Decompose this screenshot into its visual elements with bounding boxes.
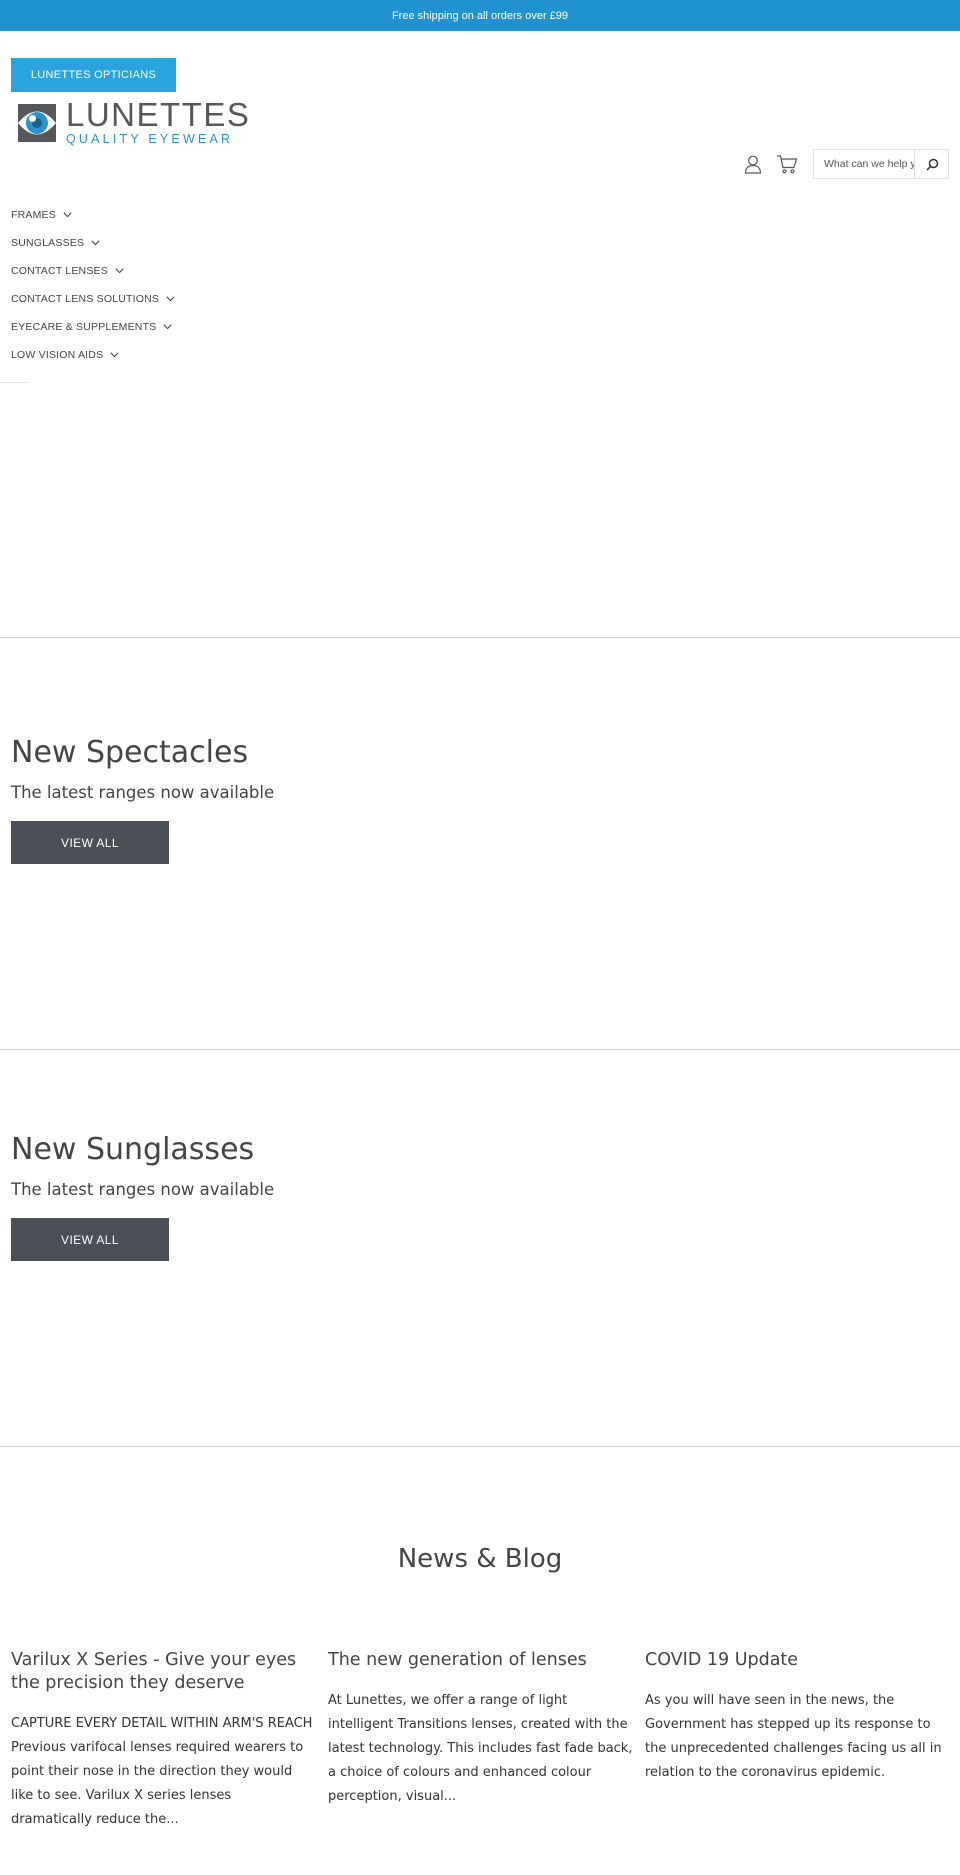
- nav-item-label: CONTACT LENS SOLUTIONS: [11, 293, 160, 305]
- nav-item-label: SUNGLASSES: [11, 237, 85, 249]
- chevron-down-icon: [166, 296, 175, 302]
- blog-post: COVID 19 Update As you will have seen in…: [645, 1649, 950, 1785]
- view-all-sunglasses-button[interactable]: VIEW ALL: [11, 1218, 169, 1261]
- logo-name: LUNETTES: [66, 96, 251, 133]
- nav-item-sunglasses[interactable]: SUNGLASSES: [11, 229, 175, 257]
- eye-logo-icon: [18, 104, 56, 142]
- nav-item-label: EYECARE & SUPPLEMENTS: [11, 321, 157, 333]
- lunettes-opticians-button[interactable]: LUNETTES OPTICIANS: [11, 58, 176, 92]
- blog-heading: News & Blog: [397, 1544, 563, 1574]
- section-divider: [0, 637, 960, 638]
- promo-subtitle: The latest ranges now available: [11, 1180, 275, 1199]
- promo-title: New Sunglasses: [11, 1132, 255, 1167]
- site-logo[interactable]: LUNETTES QUALITY EYEWEAR: [18, 98, 249, 146]
- chevron-down-icon: [91, 240, 100, 246]
- search-icon: [925, 158, 938, 171]
- announcement-bar: Free shipping on all orders over £99: [0, 0, 960, 31]
- chevron-down-icon: [163, 324, 173, 330]
- blog-post-excerpt: CAPTURE EVERY DETAIL WITHIN ARM'S REACH …: [11, 1716, 313, 1827]
- promo-subtitle: The latest ranges now available: [11, 783, 275, 802]
- main-navigation: FRAMES SUNGLASSES CONTACT LENSES CONTACT…: [11, 201, 175, 369]
- blog-post-title[interactable]: Varilux X Series - Give your eyes the pr…: [11, 1649, 316, 1695]
- nav-item-eyecare-supplements[interactable]: EYECARE & SUPPLEMENTS: [11, 313, 175, 341]
- cart-icon[interactable]: [776, 154, 798, 174]
- chevron-down-icon: [63, 212, 72, 218]
- blog-post-title[interactable]: COVID 19 Update: [645, 1649, 950, 1672]
- blog-post-excerpt: As you will have seen in the news, the G…: [645, 1693, 942, 1780]
- blog-post: Varilux X Series - Give your eyes the pr…: [11, 1649, 316, 1832]
- blog-post-title[interactable]: The new generation of lenses: [328, 1649, 633, 1672]
- chevron-down-icon: [110, 352, 119, 358]
- nav-item-low-vision-aids[interactable]: LOW VISION AIDS: [11, 341, 175, 369]
- nav-item-label: CONTACT LENSES: [11, 265, 108, 277]
- logo-tagline: QUALITY EYEWEAR: [66, 132, 234, 146]
- nav-item-label: FRAMES: [11, 209, 56, 221]
- search-input[interactable]: [814, 150, 914, 178]
- nav-divider: [0, 382, 28, 383]
- view-all-spectacles-button[interactable]: VIEW ALL: [11, 821, 169, 864]
- search-box: [813, 149, 949, 179]
- chevron-down-icon: [115, 268, 124, 274]
- user-icon[interactable]: [743, 154, 763, 174]
- blog-post-excerpt: At Lunettes, we offer a range of light i…: [328, 1693, 633, 1804]
- nav-item-frames[interactable]: FRAMES: [11, 201, 175, 229]
- section-divider: [0, 1049, 960, 1050]
- section-divider: [0, 1446, 960, 1447]
- announcement-text: Free shipping on all orders over £99: [391, 9, 569, 22]
- nav-item-contact-lens-solutions[interactable]: CONTACT LENS SOLUTIONS: [11, 285, 175, 313]
- nav-item-contact-lenses[interactable]: CONTACT LENSES: [11, 257, 175, 285]
- logo-wordmark: LUNETTES QUALITY EYEWEAR: [66, 96, 251, 146]
- blog-post: The new generation of lenses At Lunettes…: [328, 1649, 633, 1809]
- opticians-button-label: LUNETTES OPTICIANS: [30, 69, 157, 81]
- nav-item-label: LOW VISION AIDS: [11, 349, 104, 361]
- search-button[interactable]: [915, 150, 949, 178]
- promo-title: New Spectacles: [11, 735, 249, 770]
